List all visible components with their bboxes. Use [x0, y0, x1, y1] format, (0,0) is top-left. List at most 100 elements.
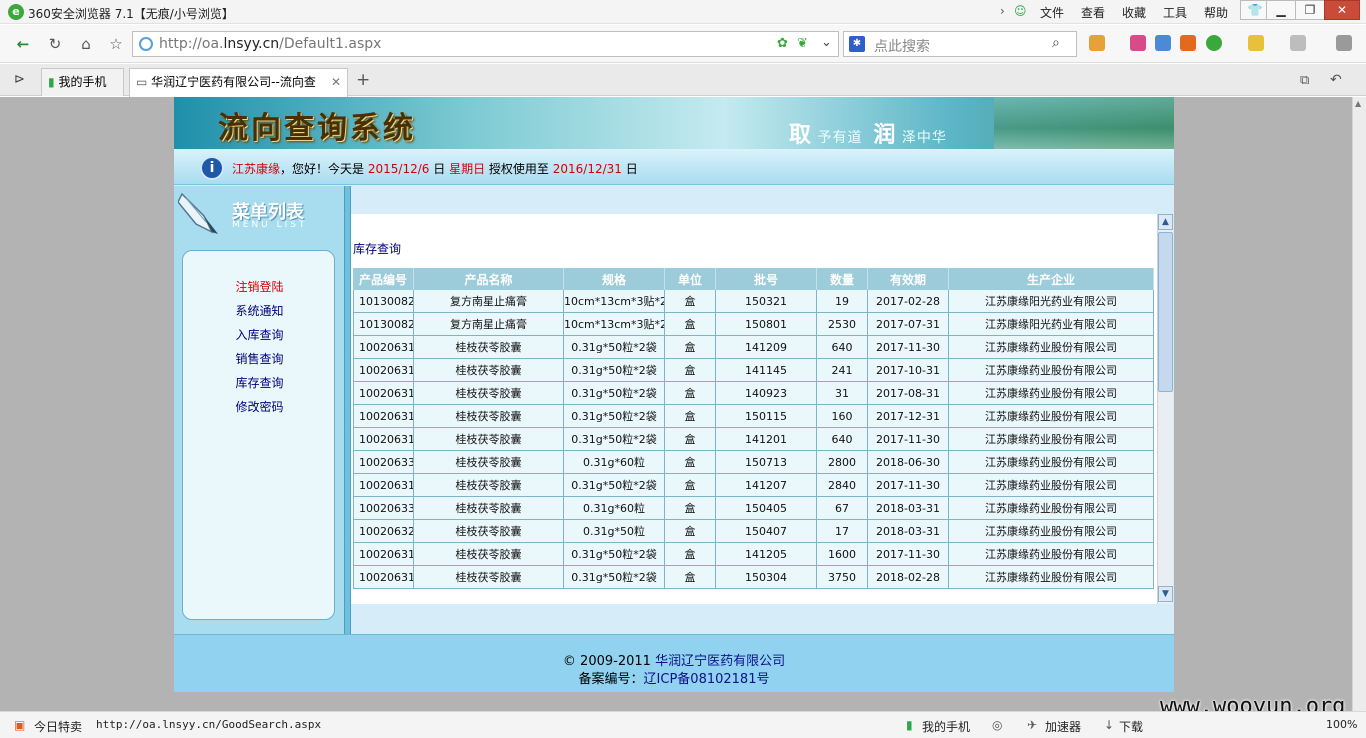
- col-product-name-cell: 桂枝茯苓胶囊: [414, 497, 564, 520]
- shield-icon[interactable]: [1206, 35, 1222, 51]
- table-row: 10020631 桂枝茯苓胶囊 0.31g*50粒*2袋盒 141201 640 2017…: [353, 428, 1154, 451]
- scroll-thumb[interactable]: [1158, 232, 1173, 392]
- col-manufacturer-cell: 江苏康缘药业股份有限公司: [949, 520, 1154, 543]
- col-manufacturer-cell: 江苏康缘药业股份有限公司: [949, 359, 1154, 382]
- col-batch-cell: 141145: [716, 359, 817, 382]
- tab-flow-query[interactable]: ▭ 华润辽宁医药有限公司--流向查 ✕: [129, 68, 348, 97]
- col-product-code-cell: 10020633: [353, 497, 414, 520]
- search-box[interactable]: ✱ 点此搜索 ⌕: [843, 31, 1077, 57]
- apps-icon[interactable]: [1089, 35, 1105, 51]
- translate-icon[interactable]: [1155, 35, 1171, 51]
- content-scrollbar[interactable]: ▲ ▼: [1157, 214, 1173, 604]
- col-unit-cell: 盒: [665, 290, 716, 313]
- content-scroll-area[interactable]: 库存查询 产品编号 产品名称 规格 单位 批号 数量 有效期 生产企业 10130082 复方南…: [351, 186, 1174, 604]
- star-icon[interactable]: ☆: [105, 33, 127, 55]
- menu-item-inbound-query[interactable]: 入库查询: [183, 326, 336, 343]
- col-unit-cell: 盒: [665, 313, 716, 336]
- menu-help[interactable]: 帮助: [1204, 4, 1228, 21]
- screenshot-icon[interactable]: [1290, 35, 1306, 51]
- col-quantity-cell: 160: [817, 405, 868, 428]
- col-expiry-cell: 2017-12-31: [868, 405, 949, 428]
- sidebar-divider: [344, 186, 351, 634]
- col-spec-header: 规格: [564, 268, 665, 290]
- tool-icon[interactable]: [1130, 35, 1146, 51]
- col-expiry-cell: 2017-07-31: [868, 313, 949, 336]
- zoom-level[interactable]: 100%: [1326, 718, 1357, 731]
- search-placeholder: 点此搜索: [874, 39, 930, 55]
- fountain-pen-icon: [178, 192, 218, 234]
- address-url[interactable]: http://oa.lnsyy.cn/Default1.aspx: [159, 36, 381, 52]
- status-my-phone[interactable]: 我的手机: [922, 718, 970, 735]
- menu-item-system-notice[interactable]: 系统通知: [183, 302, 336, 319]
- tab-my-phone[interactable]: ▮ 我的手机: [41, 68, 124, 96]
- tab-list-icon[interactable]: ⧉: [1300, 73, 1309, 88]
- col-product-name-cell: 桂枝茯苓胶囊: [414, 543, 564, 566]
- menu-item-stock-query[interactable]: 库存查询: [183, 374, 336, 391]
- table-row: 10020631 桂枝茯苓胶囊 0.31g*50粒*2袋盒 150115 160 2017…: [353, 405, 1154, 428]
- close-tab-icon[interactable]: ✕: [331, 69, 341, 95]
- page-scrollbar[interactable]: ▲: [1352, 97, 1366, 711]
- flight-icon[interactable]: [1180, 35, 1196, 51]
- gift-icon[interactable]: ▣: [14, 718, 25, 732]
- status-download[interactable]: 下载: [1119, 718, 1143, 735]
- col-expiry-cell: 2017-02-28: [868, 290, 949, 313]
- col-unit-cell: 盒: [665, 543, 716, 566]
- col-product-code-header: 产品编号: [353, 268, 414, 290]
- scroll-up-icon[interactable]: ▲: [1158, 214, 1173, 230]
- status-accelerator[interactable]: 加速器: [1045, 718, 1081, 735]
- speed-mode-icon[interactable]: ❦: [797, 36, 808, 51]
- maximize-button[interactable]: ❐: [1295, 0, 1325, 20]
- col-manufacturer-cell: 江苏康缘药业股份有限公司: [949, 543, 1154, 566]
- reload-icon[interactable]: ↻: [44, 33, 66, 55]
- chevron-right-icon[interactable]: ›: [1000, 4, 1005, 18]
- main-panel: 库存查询 产品编号 产品名称 规格 单位 批号 数量 有效期 生产企业 10130082 复方南…: [351, 186, 1174, 634]
- scroll-down-icon[interactable]: ▼: [1158, 586, 1173, 602]
- speed-icon[interactable]: ◎: [992, 718, 1002, 732]
- tab-label: 我的手机: [58, 75, 107, 89]
- baidu-paw-icon[interactable]: ✱: [849, 36, 865, 52]
- col-unit-cell: 盒: [665, 428, 716, 451]
- more-tools-icon[interactable]: [1336, 35, 1352, 51]
- col-expiry-cell: 2018-06-30: [868, 451, 949, 474]
- browser-title-bar: e 360安全浏览器 7.1【无痕/小号浏览】 › ☺ 文件 查看 收藏 工具 …: [0, 0, 1366, 24]
- address-bar[interactable]: http://oa.lnsyy.cn/Default1.aspx ✿ ❦ ⌄: [132, 31, 839, 57]
- col-expiry-cell: 2017-11-30: [868, 543, 949, 566]
- menu-file[interactable]: 文件: [1040, 4, 1064, 21]
- col-product-code-cell: 10130082: [353, 313, 414, 336]
- coupon-icon[interactable]: [1248, 35, 1264, 51]
- col-expiry-cell: 2017-08-31: [868, 382, 949, 405]
- home-icon[interactable]: ⌂: [75, 33, 97, 55]
- col-batch-cell: 150304: [716, 566, 817, 589]
- col-spec-cell: 10cm*13cm*3贴*2袋: [564, 313, 665, 336]
- col-spec-cell: 0.31g*50粒*2袋: [564, 336, 665, 359]
- app-frame: 流向查询系统 取 予有道 润 泽中华 i 江苏康缘，您好！今天是 2015/12…: [174, 97, 1174, 692]
- col-manufacturer-cell: 江苏康缘药业股份有限公司: [949, 382, 1154, 405]
- address-dropdown-icon[interactable]: ⌄: [821, 35, 832, 50]
- undo-close-icon[interactable]: ↶: [1330, 72, 1342, 88]
- col-manufacturer-cell: 江苏康缘药业股份有限公司: [949, 474, 1154, 497]
- menu-item-sales-query[interactable]: 销售查询: [183, 350, 336, 367]
- menu-favorites[interactable]: 收藏: [1122, 4, 1146, 21]
- col-product-name-cell: 桂枝茯苓胶囊: [414, 451, 564, 474]
- sidebar-toggle-icon[interactable]: ⊳: [14, 72, 25, 87]
- user-icon[interactable]: ☺: [1014, 4, 1027, 18]
- close-window-button[interactable]: ✕: [1324, 0, 1360, 20]
- sidebar-subtitle: MENU LIST: [232, 220, 308, 230]
- menu-item-logout[interactable]: 注销登陆: [183, 278, 336, 295]
- back-arrow-icon[interactable]: ←: [12, 33, 34, 55]
- menu-view[interactable]: 查看: [1081, 4, 1105, 21]
- col-spec-cell: 0.31g*50粒: [564, 520, 665, 543]
- minimize-button[interactable]: ▁: [1266, 0, 1296, 20]
- search-icon[interactable]: ⌕: [1052, 35, 1060, 51]
- table-header-row: 产品编号 产品名称 规格 单位 批号 数量 有效期 生产企业: [353, 268, 1154, 290]
- menu-tools[interactable]: 工具: [1163, 4, 1187, 21]
- menu-item-change-password[interactable]: 修改密码: [183, 398, 336, 415]
- compat-mode-icon[interactable]: ✿: [777, 36, 788, 51]
- new-tab-button[interactable]: +: [356, 70, 370, 90]
- col-product-code-cell: 10020633: [353, 451, 414, 474]
- col-batch-cell: 141209: [716, 336, 817, 359]
- col-manufacturer-cell: 江苏康缘药业股份有限公司: [949, 405, 1154, 428]
- col-spec-cell: 0.31g*60粒: [564, 497, 665, 520]
- table-row: 10130082复方南星止痛膏10cm*13cm*3贴*2袋盒150321192…: [353, 290, 1154, 313]
- status-deals[interactable]: 今日特卖: [34, 718, 82, 735]
